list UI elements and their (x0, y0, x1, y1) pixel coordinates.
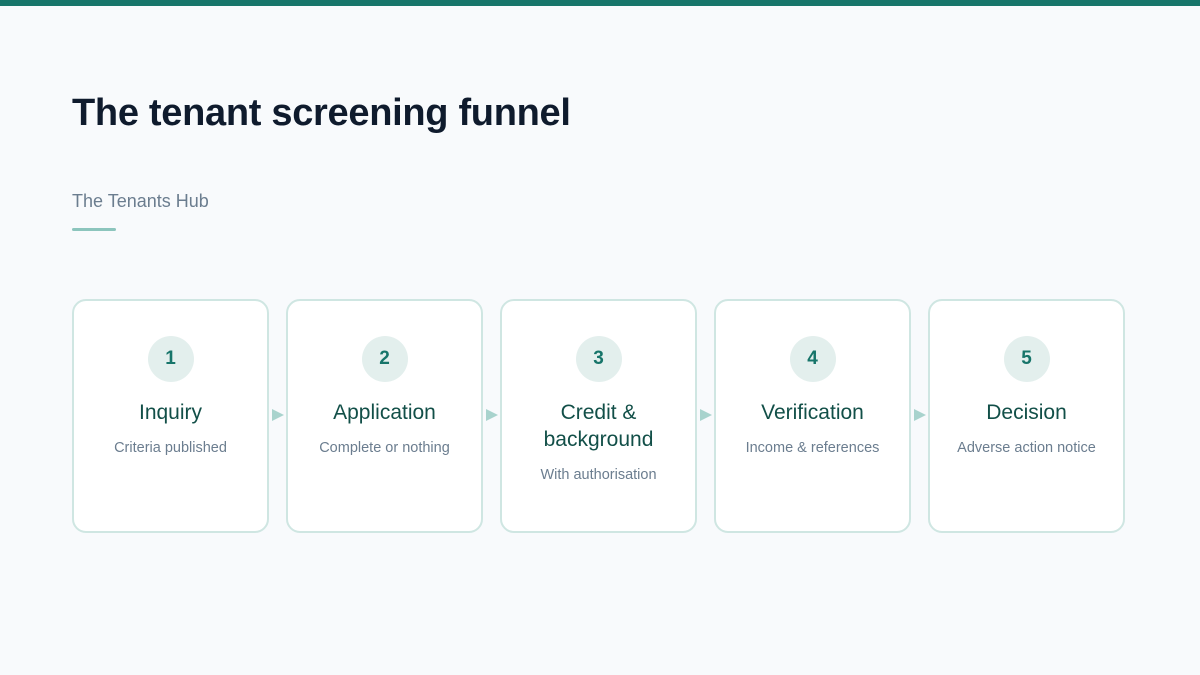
step-description: Income & references (745, 440, 880, 456)
step-title: Application (333, 401, 436, 424)
arrow-right-icon (272, 409, 284, 421)
arrow-right-icon (486, 409, 498, 421)
page-title: The tenant screening funnel (72, 92, 571, 134)
step-card-verification: 4 Verification Income & references (714, 299, 911, 533)
step-number-badge: 3 (575, 336, 622, 382)
step-card-application: 2 Application Complete or nothing (286, 299, 483, 533)
arrow-right-icon (700, 409, 712, 421)
step-description: With authorisation (540, 467, 657, 483)
step-title: Verification (761, 401, 864, 424)
step-card-credit-background: 3 Credit & background With authorisation (500, 299, 697, 533)
step-description: Criteria published (114, 440, 227, 456)
step-card-decision: 5 Decision Adverse action notice (928, 299, 1125, 533)
step-title: Decision (986, 401, 1067, 424)
step-card-inquiry: 1 Inquiry Criteria published (72, 299, 269, 533)
step-title: Inquiry (138, 401, 203, 424)
step-number-badge: 1 (147, 336, 194, 382)
top-accent-bar (0, 0, 1200, 6)
step-number-badge: 4 (789, 336, 836, 382)
step-number-badge: 5 (1003, 336, 1050, 382)
step-title: Credit & background (543, 401, 654, 451)
page-subtitle: The Tenants Hub (72, 191, 209, 211)
arrow-right-icon (914, 409, 926, 421)
subtitle-underline (72, 228, 116, 231)
step-description: Complete or nothing (319, 440, 450, 456)
step-number-badge: 2 (361, 336, 408, 382)
funnel-steps: 1 Inquiry Criteria published 2 Applicati… (72, 299, 1125, 533)
step-description: Adverse action notice (957, 440, 1096, 456)
